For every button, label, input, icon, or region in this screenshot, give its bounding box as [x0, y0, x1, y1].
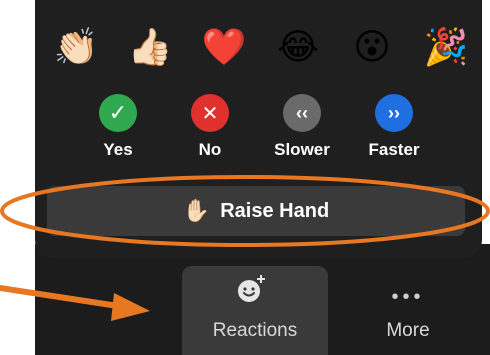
more-button-label[interactable]: More: [370, 320, 446, 342]
slower-button[interactable]: ‹‹ Slower: [262, 94, 342, 160]
yes-button[interactable]: ✓ Yes: [78, 94, 158, 160]
x-icon: ✕: [191, 94, 229, 132]
reactions-label: Reactions: [212, 320, 298, 341]
party-popper-emoji-button[interactable]: 🎉: [416, 29, 476, 65]
raise-hand-label: Raise Hand: [220, 199, 330, 222]
no-label: No: [198, 140, 222, 159]
no-button[interactable]: ✕ No: [170, 94, 250, 160]
tears-of-joy-emoji-button[interactable]: 😂: [268, 29, 328, 65]
clap-emoji-button[interactable]: 👏🏻: [46, 29, 106, 65]
heart-emoji-button[interactable]: ❤️: [194, 29, 254, 65]
faster-label: Faster: [368, 140, 420, 159]
slower-label: Slower: [274, 140, 330, 159]
raised-hand-icon: ✋🏻: [182, 198, 211, 223]
faster-icon: ››: [375, 94, 413, 132]
thumbs-up-emoji-button[interactable]: 👍🏻: [120, 29, 180, 65]
yes-label: Yes: [103, 140, 133, 159]
reactions-smiley-icon: [238, 275, 265, 302]
open-mouth-emoji-button[interactable]: 😮: [342, 29, 402, 65]
check-icon: ✓: [99, 94, 137, 132]
slower-icon: ‹‹: [283, 94, 321, 132]
emoji-reaction-row: 👏🏻 👍🏻 ❤️ 😂 😮 🎉: [40, 18, 482, 76]
raise-hand-button[interactable]: ✋🏻 Raise Hand: [47, 186, 465, 236]
more-dots-icon[interactable]: •••: [380, 287, 436, 307]
faster-button[interactable]: ›› Faster: [354, 94, 434, 160]
